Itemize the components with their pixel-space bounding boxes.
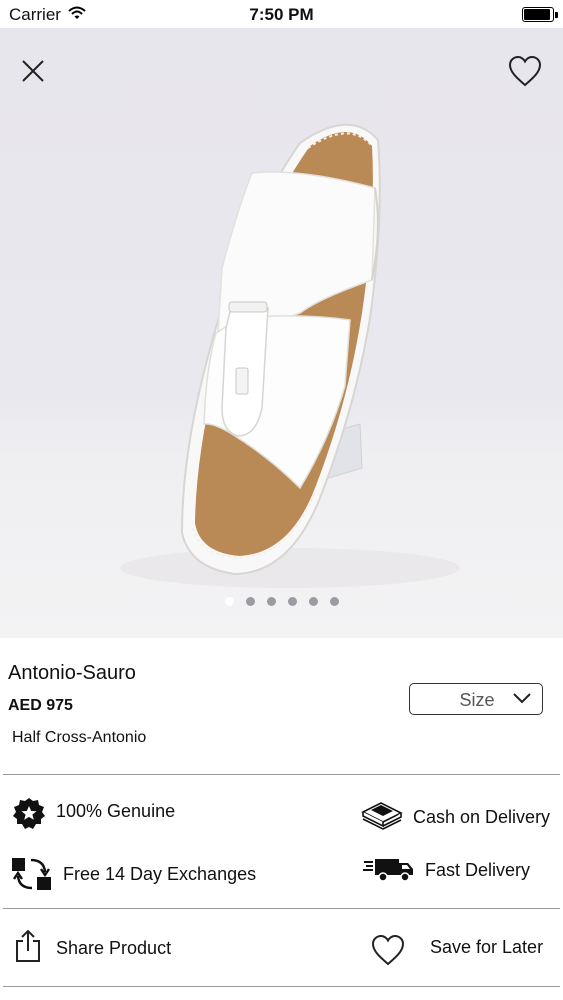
page-indicator[interactable] [0, 597, 563, 606]
delivery-truck-icon [363, 859, 413, 882]
feature-genuine: 100% Genuine [56, 801, 176, 821]
close-icon[interactable] [18, 56, 48, 86]
page-dot-active[interactable] [224, 597, 234, 606]
page-dot[interactable] [308, 597, 318, 606]
divider [3, 986, 560, 987]
product-image [120, 123, 460, 588]
product-name: Antonio-Sauro [8, 662, 136, 684]
share-product-button[interactable]: Share Product [56, 938, 171, 959]
feature-fast-delivery: Fast Delivery [425, 860, 531, 880]
share-icon[interactable] [15, 929, 41, 963]
page-dot[interactable] [329, 597, 339, 606]
product-image-gallery[interactable] [0, 28, 563, 638]
cash-stack-icon [361, 802, 403, 830]
feature-exchanges: Free 14 Day Exchanges [63, 864, 257, 884]
product-subtitle: Half Cross-Antonio [12, 729, 147, 746]
size-dropdown[interactable]: Size [409, 683, 543, 715]
favorite-heart-icon[interactable] [507, 54, 543, 88]
heart-icon[interactable] [370, 933, 406, 967]
page-dot[interactable] [245, 597, 255, 606]
divider [3, 908, 560, 909]
feature-cash-on-delivery: Cash on Delivery [413, 807, 551, 827]
status-bar: Carrier 7:50 PM [0, 0, 563, 28]
save-for-later-button[interactable]: Save for Later [430, 937, 543, 958]
clock: 7:50 PM [249, 5, 314, 24]
page-dot[interactable] [266, 597, 276, 606]
product-price: AED 975 [8, 697, 73, 714]
battery-icon [522, 7, 558, 22]
divider [3, 774, 560, 775]
badge-star-icon [13, 798, 45, 829]
chevron-down-icon [513, 693, 531, 704]
page-dot[interactable] [287, 597, 297, 606]
exchange-arrows-icon [12, 858, 51, 890]
